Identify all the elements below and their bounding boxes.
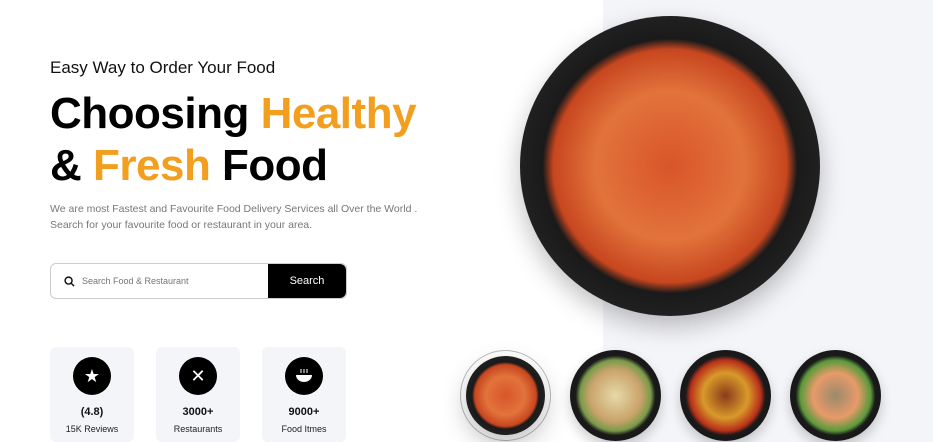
thumbnail-spaghetti[interactable] — [466, 356, 545, 435]
search-button[interactable]: Search — [268, 264, 346, 298]
stat-label: Restaurants — [173, 424, 223, 434]
thumbnail-shrimp-soba[interactable] — [790, 350, 881, 441]
thumbnail-stir-fry-noodles[interactable] — [680, 350, 771, 441]
title-text: & — [50, 141, 93, 190]
soup-bowl-icon — [285, 357, 323, 395]
stat-label: 15K Reviews — [65, 424, 119, 434]
search-icon — [51, 264, 79, 298]
title-accent: Fresh — [93, 141, 211, 190]
hero-description: We are most Fastest and Favourite Food D… — [50, 201, 417, 233]
stat-card-food-items: 9000+ Food Itmes — [262, 347, 346, 442]
stat-value: 9000+ — [288, 406, 320, 418]
hero-eyebrow: Easy Way to Order Your Food — [50, 58, 276, 77]
stat-label: Food Itmes — [281, 424, 327, 434]
star-icon: ★ — [73, 357, 111, 395]
search-bar: Search — [50, 263, 347, 299]
fork-spoon-icon: ✕ — [179, 357, 217, 395]
stat-card-restaurants: ✕ 3000+ Restaurants — [156, 347, 240, 442]
stat-card-reviews: ★ (4.8) 15K Reviews — [50, 347, 134, 442]
hero-title: Choosing Healthy & Fresh Food — [50, 88, 417, 192]
hero-spaghetti-bowl-image — [520, 16, 820, 316]
description-line: Search for your favourite food or restau… — [50, 219, 313, 231]
stat-value: (4.8) — [80, 406, 104, 418]
search-input[interactable] — [79, 264, 268, 298]
title-text: Choosing — [50, 89, 261, 138]
description-line: We are most Fastest and Favourite Food D… — [50, 203, 418, 215]
stat-value: 3000+ — [182, 406, 214, 418]
title-accent: Healthy — [260, 89, 417, 138]
thumbnail-pasta-salad[interactable] — [570, 350, 661, 441]
title-text: Food — [210, 141, 328, 190]
